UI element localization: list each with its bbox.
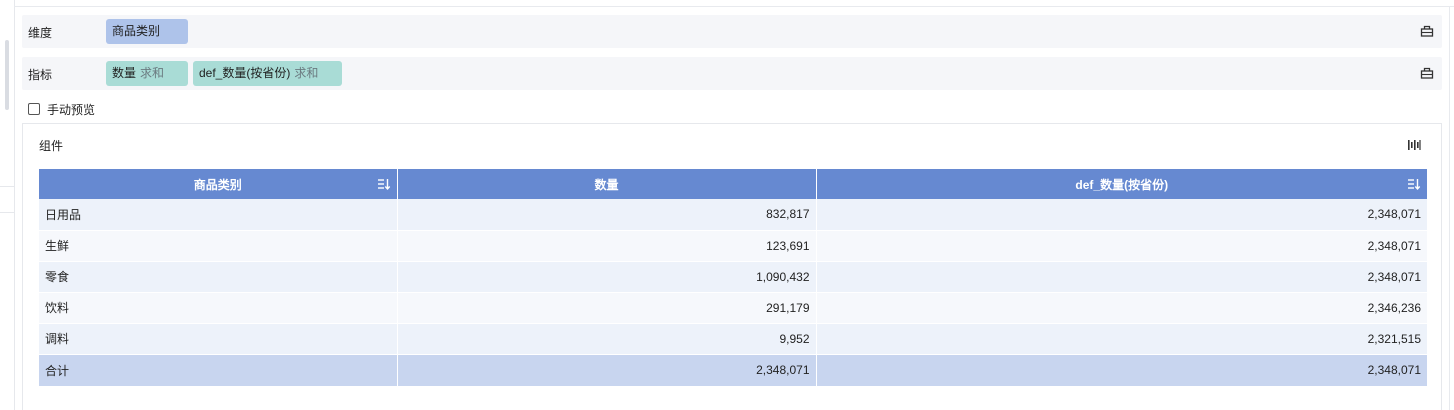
measure-chip-def-quantity[interactable]: def_数量(按省份) 求和 <box>193 61 342 86</box>
table-row[interactable]: 饮料 291,179 2,346,236 <box>39 292 1427 324</box>
cell-def-quantity: 2,348,071 <box>816 230 1427 262</box>
cell-category: 日用品 <box>39 199 398 231</box>
cell-quantity: 1,090,432 <box>397 261 817 293</box>
table-header-row: 商品类别 数量 def_数量(按省份) <box>39 169 1427 199</box>
table-row[interactable]: 日用品 832,817 2,348,071 <box>39 199 1427 231</box>
cell-total-label: 合计 <box>39 354 398 387</box>
dimension-row: 维度 商品类别 <box>22 15 1442 48</box>
top-divider <box>14 6 1454 7</box>
cell-total-quantity: 2,348,071 <box>397 354 817 387</box>
panel-title: 组件 <box>39 139 64 153</box>
dimension-chip-text: 商品类别 <box>112 24 161 38</box>
cell-total-def-quantity: 2,348,071 <box>816 354 1427 387</box>
column-config-icon[interactable] <box>1407 138 1421 152</box>
measure-chip-text: 数量 <box>112 66 137 80</box>
column-header-quantity[interactable]: 数量 <box>397 169 817 199</box>
table-row[interactable]: 调料 9,952 2,321,515 <box>39 323 1427 355</box>
sort-descending-icon[interactable] <box>1407 177 1421 191</box>
cell-def-quantity: 2,348,071 <box>816 261 1427 293</box>
manual-preview-label: 手动预览 <box>47 102 96 117</box>
cell-quantity: 832,817 <box>397 199 817 231</box>
column-header-category[interactable]: 商品类别 <box>39 169 398 199</box>
cell-category: 零食 <box>39 261 398 293</box>
data-table: 商品类别 数量 def_数量(按省份) 日用品 832,817 2,348,07… <box>39 169 1427 387</box>
component-panel: 组件 商品类别 数量 def_数量(按省份) 日用品 832,817 2,348… <box>22 123 1442 410</box>
measure-chip-agg: 求和 <box>294 66 319 80</box>
cell-category: 生鲜 <box>39 230 398 262</box>
cell-quantity: 291,179 <box>397 292 817 324</box>
bar-settings-icon[interactable] <box>1420 24 1434 38</box>
measure-chip-text: def_数量(按省份) <box>199 66 291 80</box>
left-divider <box>0 186 14 187</box>
column-header-def-quantity[interactable]: def_数量(按省份) <box>816 169 1427 199</box>
cell-category: 调料 <box>39 323 398 355</box>
table-total-row[interactable]: 合计 2,348,071 2,348,071 <box>39 354 1427 387</box>
measure-chip-quantity[interactable]: 数量 求和 <box>106 61 188 86</box>
cell-category: 饮料 <box>39 292 398 324</box>
right-divider <box>1449 6 1450 410</box>
measure-label: 指标 <box>28 68 53 82</box>
column-header-text: 数量 <box>594 177 619 192</box>
table-row[interactable]: 零食 1,090,432 2,348,071 <box>39 261 1427 293</box>
measure-chip-agg: 求和 <box>140 66 165 80</box>
sort-descending-icon[interactable] <box>377 177 391 191</box>
cell-quantity: 123,691 <box>397 230 817 262</box>
dimension-chip-category[interactable]: 商品类别 <box>106 19 188 44</box>
manual-preview-checkbox[interactable] <box>28 103 40 115</box>
measure-row: 指标 数量 求和 def_数量(按省份) 求和 <box>22 57 1442 90</box>
cell-def-quantity: 2,348,071 <box>816 199 1427 231</box>
left-sidebar-strip <box>0 0 15 410</box>
cell-def-quantity: 2,321,515 <box>816 323 1427 355</box>
left-scrollbar-thumb[interactable] <box>5 40 9 110</box>
column-header-text: def_数量(按省份) <box>1075 177 1169 192</box>
dimension-label: 维度 <box>28 26 53 40</box>
cell-def-quantity: 2,346,236 <box>816 292 1427 324</box>
table-row[interactable]: 生鲜 123,691 2,348,071 <box>39 230 1427 262</box>
manual-preview-toggle[interactable]: 手动预览 <box>28 101 95 117</box>
bar-settings-icon[interactable] <box>1420 66 1434 80</box>
left-divider <box>0 212 14 213</box>
cell-quantity: 9,952 <box>397 323 817 355</box>
column-header-text: 商品类别 <box>193 177 242 192</box>
